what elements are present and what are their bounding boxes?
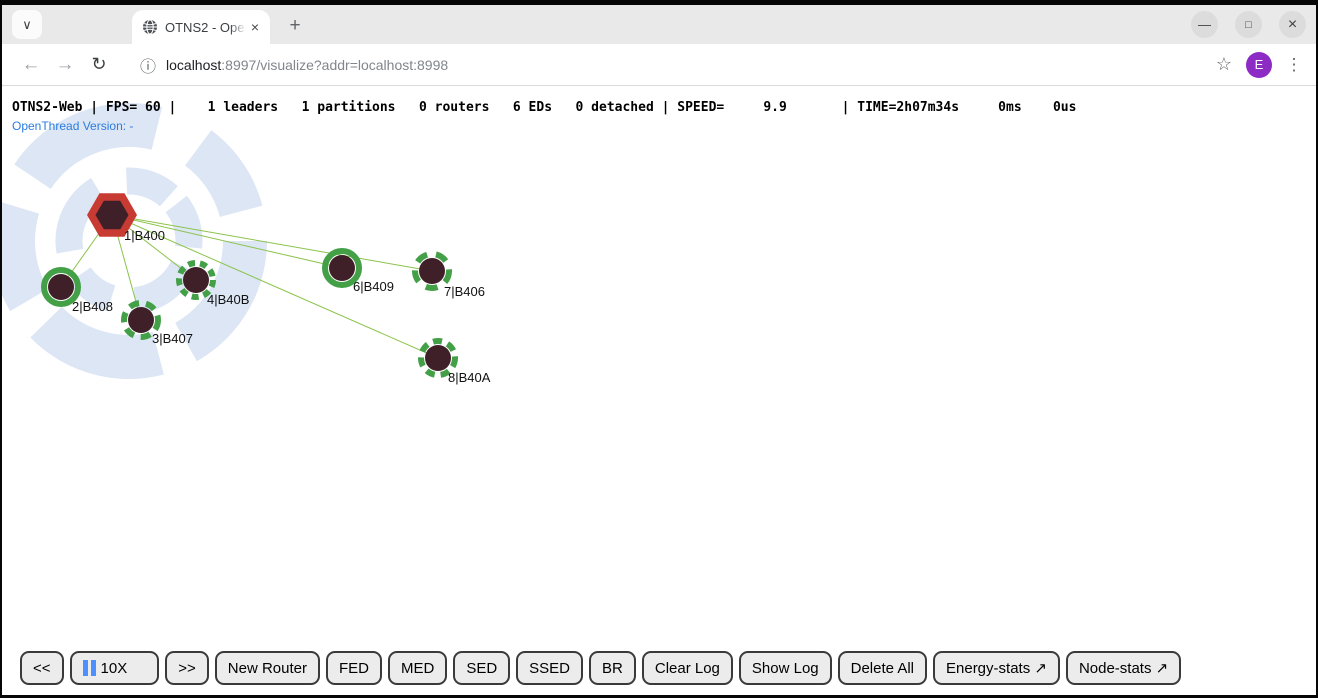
tab-strip: ∨ OTNS2 - OpenThread Ne × + — □ × bbox=[2, 5, 1316, 44]
maximize-icon: □ bbox=[1245, 19, 1252, 31]
network-graph: 1|B400 2|B408 3|B407 4|B40B 6|B409 7|B406 8|B4… bbox=[2, 86, 1316, 694]
add-br-button[interactable]: BR bbox=[589, 651, 636, 685]
node-6-B409[interactable]: 6|B409 bbox=[325, 251, 394, 294]
back-button[interactable]: ← bbox=[14, 54, 48, 76]
node-core bbox=[329, 255, 355, 281]
node-4-B40B[interactable]: 4|B40B bbox=[179, 263, 249, 307]
speed-down-button[interactable]: << bbox=[20, 651, 64, 685]
clear-log-button[interactable]: Clear Log bbox=[642, 651, 733, 685]
button-label: MED bbox=[401, 660, 434, 677]
simulation-status-bar: OTNS2-Web | FPS= 60 | 1 leaders 1 partit… bbox=[12, 100, 1076, 115]
node-label: 6|B409 bbox=[353, 279, 394, 294]
new-tab-button[interactable]: + bbox=[282, 13, 308, 39]
button-label: >> bbox=[178, 660, 196, 677]
button-label: Node-stats ↗ bbox=[1079, 659, 1168, 677]
button-label: SED bbox=[466, 660, 497, 677]
browser-toolbar: ← → ↻ ⓘ localhost:8997/visualize?addr=lo… bbox=[2, 44, 1316, 86]
node-stats-button[interactable]: Node-stats ↗ bbox=[1066, 651, 1181, 685]
profile-avatar[interactable]: E bbox=[1246, 52, 1272, 78]
button-label: Show Log bbox=[752, 660, 819, 677]
node-label: 3|B407 bbox=[152, 331, 193, 346]
chevron-down-icon: ∨ bbox=[22, 17, 32, 33]
minimize-icon: — bbox=[1198, 17, 1211, 32]
browser-window: ∨ OTNS2 - OpenThread Ne × + — □ × bbox=[2, 5, 1316, 695]
close-window-button[interactable]: × bbox=[1279, 11, 1306, 38]
energy-stats-button[interactable]: Energy-stats ↗ bbox=[933, 651, 1060, 685]
url-text[interactable]: localhost:8997/visualize?addr=localhost:… bbox=[166, 57, 448, 73]
add-med-button[interactable]: MED bbox=[388, 651, 447, 685]
node-2-B408[interactable]: 2|B408 bbox=[44, 270, 113, 314]
close-icon: × bbox=[1288, 16, 1297, 34]
pause-speed-button[interactable]: 10X bbox=[70, 651, 160, 685]
add-fed-button[interactable]: FED bbox=[326, 651, 382, 685]
node-core bbox=[128, 307, 154, 333]
url-path: :8997/visualize?addr=localhost:8998 bbox=[221, 57, 448, 73]
button-label: FED bbox=[339, 660, 369, 677]
site-info-icon[interactable]: ⓘ bbox=[140, 53, 156, 77]
bookmark-star-icon[interactable]: ☆ bbox=[1216, 54, 1232, 75]
button-label: BR bbox=[602, 660, 623, 677]
url-host: localhost bbox=[166, 57, 221, 73]
button-label: Delete All bbox=[851, 660, 914, 677]
openthread-version-link[interactable]: OpenThread Version: - bbox=[12, 119, 133, 133]
node-8-B40A[interactable]: 8|B40A bbox=[421, 341, 491, 385]
pause-icon bbox=[83, 660, 96, 676]
browser-menu-icon[interactable]: ⋮ bbox=[1284, 55, 1304, 75]
desktop-background: ∨ OTNS2 - OpenThread Ne × + — □ × bbox=[0, 0, 1318, 698]
node-label: 1|B400 bbox=[124, 228, 165, 243]
add-sed-button[interactable]: SED bbox=[453, 651, 510, 685]
reload-button[interactable]: ↻ bbox=[82, 54, 116, 75]
button-label: SSED bbox=[529, 660, 570, 677]
delete-all-button[interactable]: Delete All bbox=[838, 651, 927, 685]
window-controls: — □ × bbox=[1191, 11, 1306, 38]
node-label: 7|B406 bbox=[444, 284, 485, 299]
forward-button[interactable]: → bbox=[48, 54, 82, 76]
node-core bbox=[183, 267, 209, 293]
address-bar[interactable]: ⓘ localhost:8997/visualize?addr=localhos… bbox=[116, 49, 1202, 81]
add-ssed-button[interactable]: SSED bbox=[516, 651, 583, 685]
new-router-button[interactable]: New Router bbox=[215, 651, 320, 685]
tab-otns2[interactable]: OTNS2 - OpenThread Ne × bbox=[132, 10, 270, 44]
node-core bbox=[425, 345, 451, 371]
radio-link-1-7 bbox=[112, 215, 432, 271]
minimize-button[interactable]: — bbox=[1191, 11, 1218, 38]
node-label: 8|B40A bbox=[448, 370, 491, 385]
button-label: New Router bbox=[228, 660, 307, 677]
globe-favicon-icon bbox=[142, 19, 158, 35]
node-core bbox=[48, 274, 74, 300]
plus-icon: + bbox=[289, 15, 300, 37]
button-label: Energy-stats ↗ bbox=[946, 659, 1047, 677]
node-1-B400[interactable]: 1|B400 bbox=[87, 193, 165, 243]
button-label: Clear Log bbox=[655, 660, 720, 677]
node-label: 2|B408 bbox=[72, 299, 113, 314]
node-core bbox=[419, 258, 445, 284]
tab-search-button[interactable]: ∨ bbox=[12, 10, 42, 39]
show-log-button[interactable]: Show Log bbox=[739, 651, 832, 685]
node-7-B406[interactable]: 7|B406 bbox=[415, 254, 485, 299]
button-label: << bbox=[33, 660, 51, 677]
otns-canvas-area: OTNS2-Web | FPS= 60 | 1 leaders 1 partit… bbox=[2, 86, 1316, 695]
maximize-button[interactable]: □ bbox=[1235, 11, 1262, 38]
simulation-toolbar: << 10X >> New Router FED MED SED SSED BR Clear Lo… bbox=[20, 651, 1181, 685]
tab-close-icon[interactable]: × bbox=[246, 18, 264, 36]
node-label: 4|B40B bbox=[207, 292, 249, 307]
tab-title: OTNS2 - OpenThread Ne bbox=[165, 20, 246, 35]
node-3-B407[interactable]: 3|B407 bbox=[124, 303, 193, 346]
speed-up-button[interactable]: >> bbox=[165, 651, 209, 685]
button-label: 10X bbox=[101, 660, 128, 677]
